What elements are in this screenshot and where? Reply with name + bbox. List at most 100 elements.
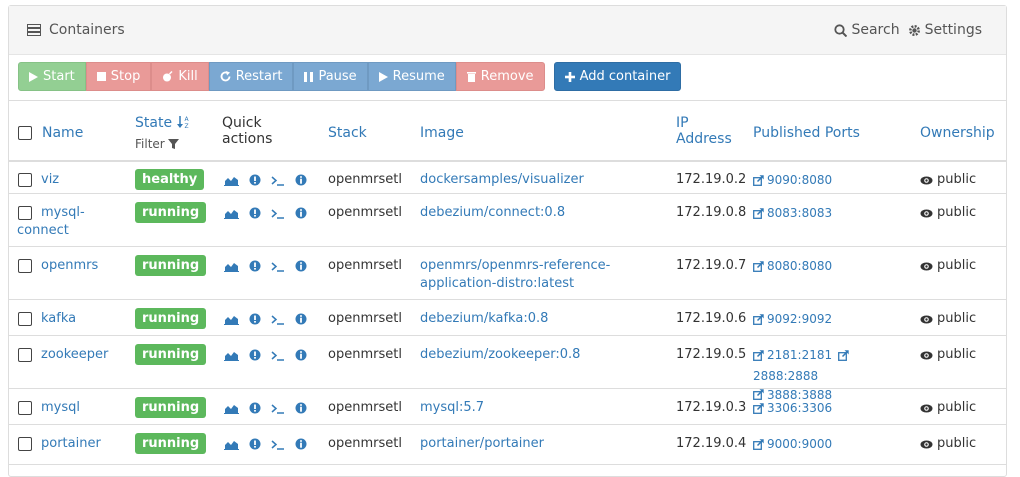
stop-button[interactable]: Stop <box>85 62 152 91</box>
table-row: kafka running openmrsetl debezium/kafka:0.8… <box>9 300 1006 336</box>
column-published-ports[interactable]: Published Ports <box>753 125 860 141</box>
image-link[interactable]: debezium/connect:0.8 <box>420 204 565 222</box>
console-icon[interactable] <box>271 261 285 272</box>
image-link[interactable]: dockersamples/visualizer <box>420 171 584 189</box>
svg-text:A: A <box>184 116 189 123</box>
console-icon[interactable] <box>271 175 285 186</box>
external-link-icon <box>838 349 849 361</box>
column-stack[interactable]: Stack <box>328 125 367 141</box>
stats-icon[interactable] <box>224 350 239 361</box>
inspect-icon[interactable] <box>295 207 307 219</box>
column-state[interactable]: State AZ <box>135 115 191 131</box>
image-link[interactable]: mysql:5.7 <box>420 399 484 417</box>
published-port-link[interactable]: 2888:2888 <box>753 367 818 385</box>
row-checkbox[interactable] <box>18 437 32 451</box>
stack-name: openmrsetl <box>328 172 402 187</box>
row-checkbox[interactable] <box>18 312 32 326</box>
container-name-link[interactable]: openmrs <box>41 257 121 275</box>
inspect-icon[interactable] <box>295 313 307 325</box>
published-port-link[interactable]: 9000:9000 <box>753 435 832 453</box>
published-port-link[interactable]: 9090:8080 <box>753 171 832 189</box>
logs-icon[interactable] <box>249 438 261 450</box>
column-image[interactable]: Image <box>420 125 464 141</box>
eye-icon <box>920 404 933 412</box>
logs-icon[interactable] <box>249 349 261 361</box>
image-link[interactable]: debezium/zookeeper:0.8 <box>420 346 580 364</box>
eye-icon <box>920 262 933 270</box>
table-row: viz healthy openmrsetl dockersamples/visual… <box>9 161 1006 194</box>
image-link[interactable]: debezium/kafka:0.8 <box>420 310 548 328</box>
resume-button[interactable]: Resume <box>367 62 456 91</box>
stack-name: openmrsetl <box>328 347 402 362</box>
inspect-icon[interactable] <box>295 349 307 361</box>
column-ownership[interactable]: Ownership <box>920 125 995 141</box>
panel-title: Containers <box>27 22 125 38</box>
stats-icon[interactable] <box>224 208 239 219</box>
pause-button[interactable]: Pause <box>293 62 368 91</box>
table-row: mysql-connect running openmrsetl debezium/c… <box>9 194 1006 247</box>
quick-actions <box>224 349 317 361</box>
stats-icon[interactable] <box>224 175 239 186</box>
published-port-link[interactable] <box>838 349 852 361</box>
state-filter[interactable]: Filter <box>135 137 179 151</box>
container-name-link[interactable]: portainer <box>41 435 121 453</box>
published-port-link[interactable]: 8080:8080 <box>753 257 832 275</box>
row-checkbox[interactable] <box>18 348 32 362</box>
external-link-icon <box>753 349 764 361</box>
start-button[interactable]: Start <box>18 62 86 91</box>
console-icon[interactable] <box>271 314 285 325</box>
logs-icon[interactable] <box>249 402 261 414</box>
kill-button[interactable]: Kill <box>151 62 209 91</box>
remove-button[interactable]: Remove <box>455 62 545 91</box>
search-button[interactable]: Search <box>834 22 900 38</box>
container-name-link[interactable]: zookeeper <box>41 346 121 364</box>
row-checkbox[interactable] <box>18 401 32 415</box>
container-name-link[interactable]: kafka <box>41 310 121 328</box>
published-port-link[interactable]: 2181:2181 <box>753 346 832 364</box>
logs-icon[interactable] <box>249 260 261 272</box>
inspect-icon[interactable] <box>295 438 307 450</box>
column-ip-line2: Address <box>676 131 732 147</box>
stats-icon[interactable] <box>224 314 239 325</box>
column-name[interactable]: Name <box>42 125 83 141</box>
console-icon[interactable] <box>271 208 285 219</box>
status-badge: running <box>135 344 207 365</box>
console-icon[interactable] <box>271 350 285 361</box>
column-ip-address[interactable]: IP Address <box>676 115 732 147</box>
row-checkbox[interactable] <box>18 206 32 220</box>
table-row: openmrs running openmrsetl openmrs/openmrs-… <box>9 247 1006 300</box>
container-name-link[interactable]: viz <box>41 171 121 189</box>
status-badge: running <box>135 202 207 223</box>
stats-icon[interactable] <box>224 439 239 450</box>
add-container-button[interactable]: Add container <box>553 62 682 91</box>
published-port-link[interactable]: 8083:8083 <box>753 204 832 222</box>
logs-icon[interactable] <box>249 313 261 325</box>
container-name-link[interactable]: mysql-connect <box>17 204 121 240</box>
row-checkbox[interactable] <box>18 173 32 187</box>
column-ip-line1: IP <box>676 115 689 131</box>
console-icon[interactable] <box>271 403 285 414</box>
inspect-icon[interactable] <box>295 402 307 414</box>
inspect-icon[interactable] <box>295 260 307 272</box>
stack-name: openmrsetl <box>328 311 402 326</box>
eye-icon <box>920 315 933 323</box>
stats-icon[interactable] <box>224 261 239 272</box>
container-name-link[interactable]: mysql <box>41 399 121 417</box>
image-link[interactable]: openmrs/openmrs-reference-application-di… <box>420 257 610 293</box>
status-badge: running <box>135 255 207 276</box>
select-all-checkbox[interactable] <box>18 126 32 140</box>
published-port-link[interactable]: 3306:3306 <box>753 399 832 417</box>
console-icon[interactable] <box>271 439 285 450</box>
settings-button[interactable]: Settings <box>908 22 982 38</box>
inspect-icon[interactable] <box>295 174 307 186</box>
restart-button[interactable]: Restart <box>208 62 294 91</box>
eye-icon <box>920 440 933 448</box>
row-checkbox[interactable] <box>18 259 32 273</box>
ownership: public <box>920 435 976 453</box>
logs-icon[interactable] <box>249 207 261 219</box>
logs-icon[interactable] <box>249 174 261 186</box>
search-label: Search <box>851 22 900 38</box>
stats-icon[interactable] <box>224 403 239 414</box>
published-port-link[interactable]: 9092:9092 <box>753 310 832 328</box>
image-link[interactable]: portainer/portainer <box>420 435 544 453</box>
